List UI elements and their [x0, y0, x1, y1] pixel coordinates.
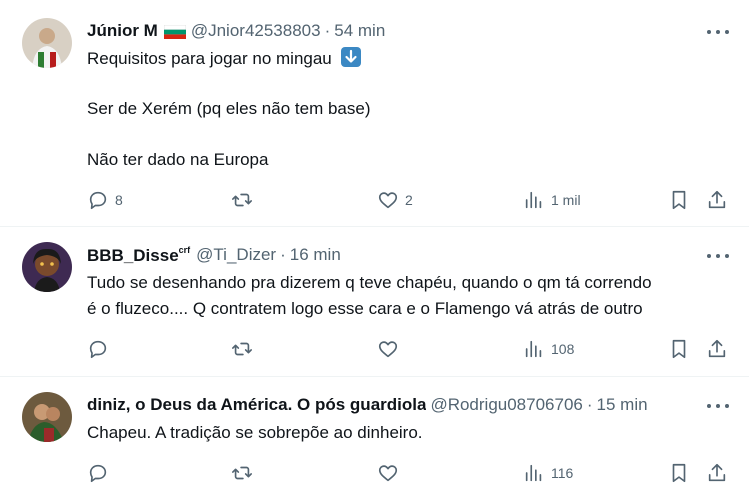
like-count: 2 — [405, 192, 413, 208]
bulgaria-flag-icon — [163, 24, 187, 39]
bookmark-icon — [672, 463, 686, 483]
share-button[interactable] — [706, 189, 728, 211]
tweet-line: Chapeu. A tradição se sobrepõe ao dinhei… — [87, 423, 423, 442]
separator: · — [586, 395, 593, 414]
tweet-header: diniz, o Deus da América. O pós guardiol… — [87, 394, 699, 416]
reply-count: 8 — [115, 192, 123, 208]
separator: · — [280, 245, 286, 264]
views-icon — [525, 464, 542, 482]
tweet-3[interactable]: diniz, o Deus da América. O pós guardiol… — [0, 376, 749, 496]
timestamp[interactable]: 15 min — [597, 395, 648, 415]
share-button[interactable] — [706, 338, 728, 360]
views-button[interactable]: 116 — [523, 462, 573, 484]
views-count: 108 — [551, 341, 575, 357]
retweet-icon — [232, 193, 252, 207]
bookmark-button[interactable] — [668, 189, 690, 211]
share-button[interactable] — [706, 462, 728, 484]
tweet-line: Não ter dado na Europa — [87, 150, 269, 169]
like-icon — [378, 341, 398, 358]
retweet-icon — [232, 466, 252, 480]
like-icon — [378, 192, 398, 209]
tweet-line: é o fluzeco.... Q contratem logo esse ca… — [87, 299, 643, 318]
retweet-button[interactable] — [231, 462, 253, 484]
like-button[interactable]: 2 — [377, 189, 413, 211]
reply-icon — [89, 191, 107, 210]
tweet-2[interactable]: BBB_Dissecrf @Ti_Dizer · 16 min Tudo se … — [0, 226, 749, 377]
timestamp[interactable]: 54 min — [334, 21, 385, 41]
more-icon[interactable] — [707, 24, 729, 40]
reply-button[interactable]: 8 — [87, 189, 123, 211]
avatar[interactable] — [22, 242, 72, 292]
tweet-header: Júnior M @Jnior42538803 · 54 min — [87, 20, 699, 42]
like-button[interactable] — [377, 338, 399, 360]
more-icon[interactable] — [707, 248, 729, 264]
views-count: 116 — [551, 465, 574, 481]
retweet-button[interactable] — [231, 189, 253, 211]
down-arrow-emoji — [340, 47, 361, 67]
bookmark-icon — [672, 339, 686, 359]
tweet-text: Requisitos para jogar no mingau — [87, 46, 361, 72]
tweet-line: Ser de Xerém (pq eles não tem base) — [87, 99, 371, 118]
reply-button[interactable] — [87, 462, 109, 484]
display-name[interactable]: Júnior M — [87, 21, 158, 41]
views-button[interactable]: 1 mil — [523, 189, 581, 211]
tweet-line: Requisitos para jogar no mingau — [87, 49, 332, 68]
views-icon — [525, 340, 542, 358]
views-count: 1 mil — [551, 192, 581, 208]
like-icon — [378, 465, 398, 482]
tweet-header: BBB_Dissecrf @Ti_Dizer · 16 min — [87, 244, 699, 266]
display-name-text: BBB_Disse — [87, 245, 179, 265]
retweet-icon — [232, 342, 252, 356]
avatar[interactable] — [22, 18, 72, 68]
views-icon — [525, 191, 542, 209]
user-handle[interactable]: @Ti_Dizer — [196, 245, 276, 265]
avatar[interactable] — [22, 392, 72, 442]
tweet-line: Tudo se desenhando pra dizerem q teve ch… — [87, 273, 652, 292]
separator: · — [324, 21, 331, 40]
name-superscript: crf — [178, 244, 191, 255]
timestamp[interactable]: 16 min — [290, 245, 341, 265]
user-handle[interactable]: @Rodrigu08706706 — [430, 395, 582, 415]
more-icon[interactable] — [707, 398, 729, 414]
reply-icon — [89, 464, 107, 483]
display-name[interactable]: BBB_Dissecrf — [87, 245, 190, 266]
reply-icon — [89, 340, 107, 359]
retweet-button[interactable] — [231, 338, 253, 360]
bookmark-button[interactable] — [668, 462, 690, 484]
bookmark-icon — [672, 190, 686, 210]
like-button[interactable] — [377, 462, 399, 484]
share-icon — [708, 339, 726, 358]
user-handle[interactable]: @Jnior42538803 — [191, 21, 321, 41]
tweet-1[interactable]: Júnior M @Jnior42538803 · 54 min Requisi… — [0, 0, 749, 227]
bookmark-button[interactable] — [668, 338, 690, 360]
reply-button[interactable] — [87, 338, 109, 360]
views-button[interactable]: 108 — [523, 338, 574, 360]
share-icon — [708, 190, 726, 209]
display-name[interactable]: diniz, o Deus da América. O pós guardiol… — [87, 395, 426, 415]
share-icon — [708, 463, 726, 482]
